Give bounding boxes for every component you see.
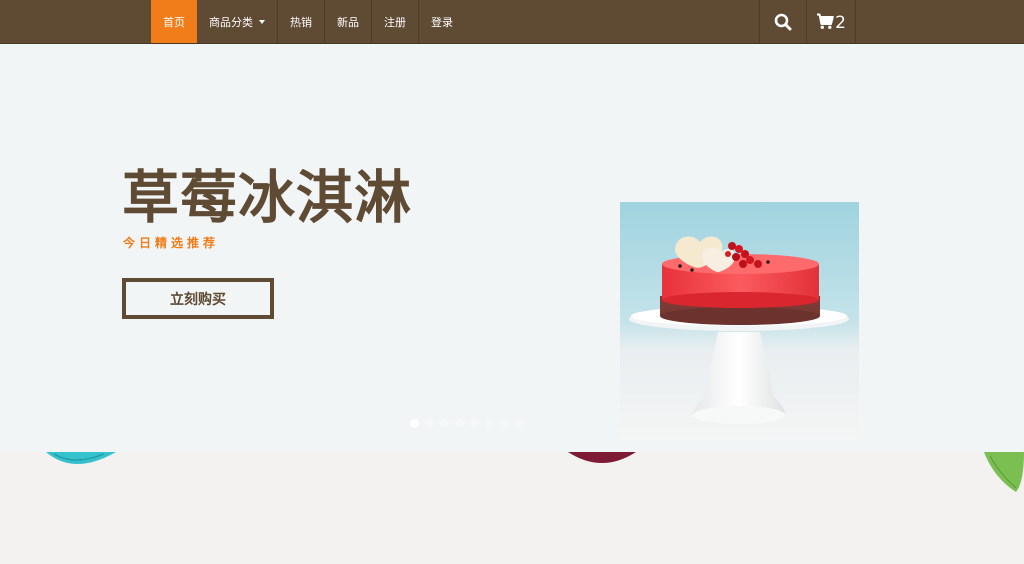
decorative-leaf-image	[984, 452, 1024, 492]
decorative-fruit-image	[568, 452, 636, 463]
nav-tools: 2	[759, 0, 856, 43]
nav-item-label: 注册	[384, 15, 406, 29]
carousel-dot[interactable]	[515, 419, 524, 428]
carousel-dot[interactable]	[485, 419, 494, 428]
nav-item-hot[interactable]: 热销	[278, 0, 325, 43]
nav-item-label: 新品	[337, 15, 359, 29]
nav-item-register[interactable]: 注册	[372, 0, 419, 43]
hero-title: 草莓冰淇淋	[122, 165, 412, 231]
carousel-dot[interactable]	[455, 419, 464, 428]
nav-item-categories[interactable]: 商品分类	[197, 0, 278, 43]
hero-carousel: 草莓冰淇淋 今日精选推荐 立刻购买	[0, 44, 1024, 452]
top-navbar: 首页 商品分类 热销 新品 注册 登录 2	[0, 0, 1024, 44]
nav-item-label: 首页	[163, 15, 185, 29]
carousel-indicators	[410, 419, 524, 428]
nav-item-new[interactable]: 新品	[325, 0, 372, 43]
caret-down-icon	[259, 19, 265, 24]
strawberry-cake-image	[620, 202, 859, 441]
nav-item-login[interactable]: 登录	[419, 0, 465, 43]
cart-icon	[817, 13, 834, 29]
nav-item-label: 登录	[431, 15, 453, 29]
nav-item-label: 商品分类	[209, 15, 253, 29]
cart-button[interactable]: 2	[806, 0, 856, 43]
main-menu: 首页 商品分类 热销 新品 注册 登录	[151, 0, 465, 43]
decorative-fruit-image	[46, 452, 116, 464]
buy-now-button[interactable]: 立刻购买	[122, 278, 274, 319]
hero-subtitle: 今日精选推荐	[123, 236, 220, 250]
cart-count-badge: 2	[835, 13, 846, 33]
nav-item-label: 热销	[290, 15, 312, 29]
carousel-dot[interactable]	[470, 419, 479, 428]
search-icon	[774, 13, 792, 30]
carousel-dot[interactable]	[410, 419, 419, 428]
nav-item-home[interactable]: 首页	[151, 0, 197, 43]
search-button[interactable]	[759, 0, 806, 43]
carousel-dot[interactable]	[440, 419, 449, 428]
carousel-dot[interactable]	[425, 419, 434, 428]
carousel-dot[interactable]	[500, 419, 509, 428]
